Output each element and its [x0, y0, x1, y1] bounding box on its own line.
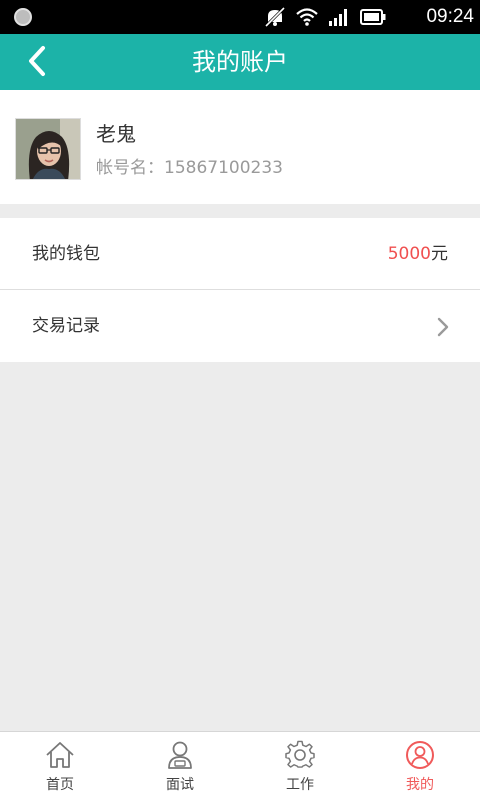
transactions-label: 交易记录	[32, 316, 100, 336]
screen: 09:24 我的账户 老鬼 帐号名：15867100233 我的钱包 5000元…	[0, 0, 480, 800]
account-menu: 我的钱包 5000元 交易记录	[0, 218, 480, 362]
signal-icon	[328, 8, 350, 26]
user-name: 老鬼	[96, 122, 136, 146]
bottom-tab-bar: 首页 面试 工作 我的	[0, 731, 480, 800]
chevron-right-icon	[437, 317, 449, 337]
wallet-row[interactable]: 我的钱包 5000元	[0, 218, 480, 290]
wallet-amount: 5000	[387, 244, 431, 264]
tab-work[interactable]: 工作	[240, 732, 360, 800]
back-button[interactable]	[22, 44, 58, 80]
home-icon	[46, 742, 74, 768]
mute-icon	[264, 7, 286, 27]
profile-card[interactable]: 老鬼 帐号名：15867100233	[0, 90, 480, 204]
user-circle-icon	[406, 741, 434, 769]
status-bar: 09:24	[0, 0, 480, 34]
account-number: 15867100233	[164, 158, 283, 178]
tab-mine-label: 我的	[406, 777, 434, 793]
page-title: 我的账户	[192, 48, 288, 76]
tab-interview[interactable]: 面试	[120, 732, 240, 800]
account-label: 帐号名：	[96, 158, 164, 178]
tab-home-label: 首页	[46, 777, 74, 793]
tab-interview-label: 面试	[166, 777, 194, 793]
status-time: 09:24	[426, 6, 474, 27]
tab-home[interactable]: 首页	[0, 732, 120, 800]
tab-mine[interactable]: 我的	[360, 732, 480, 800]
avatar[interactable]	[15, 118, 81, 180]
account-line: 帐号名：15867100233	[96, 153, 283, 178]
wallet-balance: 5000元	[388, 218, 448, 290]
status-icons	[264, 6, 386, 28]
gear-icon	[285, 740, 315, 768]
wifi-icon	[296, 8, 318, 26]
wallet-label: 我的钱包	[32, 244, 100, 264]
notification-dot-icon	[14, 8, 32, 26]
transactions-row[interactable]: 交易记录	[0, 290, 480, 362]
person-icon	[168, 741, 192, 769]
tab-work-label: 工作	[286, 777, 314, 793]
wallet-unit: 元	[431, 244, 448, 264]
battery-icon	[360, 9, 386, 25]
chevron-left-icon	[29, 46, 45, 76]
app-header: 我的账户	[0, 34, 480, 90]
avatar-photo	[16, 119, 80, 179]
